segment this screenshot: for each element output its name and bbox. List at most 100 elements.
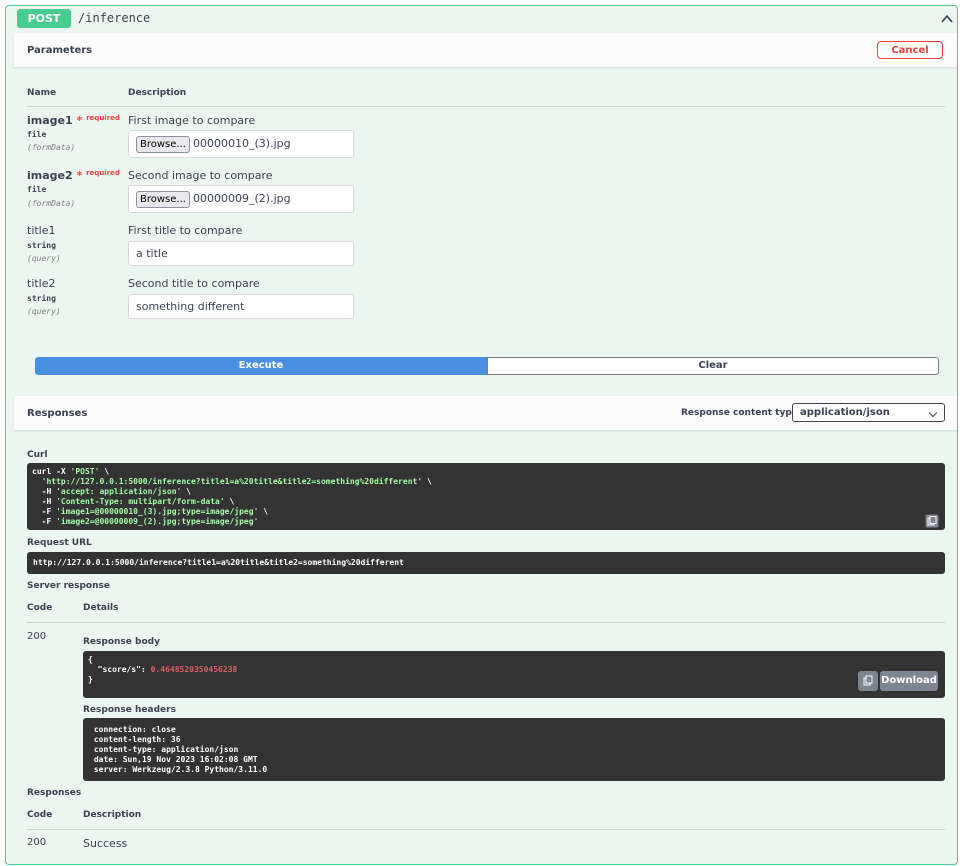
operation-path: /inference — [78, 11, 151, 25]
param-in: (formData) — [27, 143, 76, 152]
header-line: date: Sun,19 Nov 2023 16:02:08 GMT — [89, 755, 263, 764]
param-name-image1: image1 * required — [27, 114, 120, 127]
json-line: } — [88, 675, 93, 684]
param-in: (formData) — [27, 199, 76, 208]
browse-button[interactable]: Browse... — [136, 136, 190, 153]
response-headers-label: Response headers — [83, 705, 176, 715]
param-in: (query) — [27, 307, 61, 316]
json-key: "score/s": — [88, 665, 151, 674]
request-url-box: http://127.0.0.1:5000/inference?title1=a… — [27, 552, 945, 574]
curl-line: -F 'image2=@00000009_(2).jpg;type=image/… — [32, 517, 940, 527]
code-string: 'http://127.0.0.1:5000/inference?title1=… — [41, 477, 423, 486]
code-text: -H — [32, 487, 57, 496]
selected-file-name: 00000009_(2).jpg — [193, 192, 291, 205]
request-url-label: Request URL — [27, 538, 92, 548]
response-body-label: Response body — [83, 637, 160, 647]
selected-file-name: 00000010_(3).jpg — [193, 137, 291, 150]
divider — [27, 829, 945, 830]
required-label: required — [86, 169, 120, 177]
code-text: \ — [224, 497, 235, 506]
code-text: -F — [32, 507, 57, 516]
browse-button[interactable]: Browse... — [136, 191, 190, 208]
code-string: 'POST' — [70, 467, 100, 476]
divider — [27, 106, 945, 107]
param-description: First title to compare — [128, 224, 243, 237]
copy-icon[interactable] — [925, 514, 939, 528]
copy-icon — [863, 675, 873, 686]
header-line: content-length: 36 — [89, 735, 186, 744]
col-description-header: Description — [83, 810, 142, 820]
curl-line: -H 'Content-Type: multipart/form-data' \ — [32, 497, 940, 507]
col-details-header: Details — [83, 603, 119, 613]
operation-summary[interactable]: POST /inference — [6, 6, 957, 33]
code-string: 'image2=@00000009_(2).jpg;type=image/jpe… — [56, 517, 259, 526]
param-description: Second title to compare — [128, 277, 260, 290]
request-url-value: http://127.0.0.1:5000/inference?title1=a… — [33, 558, 404, 567]
clear-button[interactable]: Clear — [487, 357, 939, 375]
divider — [27, 622, 945, 623]
title1-input[interactable]: a title — [128, 241, 354, 266]
code-string: 'accept: application/json' — [56, 487, 182, 496]
col-code-header: Code — [27, 603, 53, 613]
file-input-image1[interactable]: Browse... 00000010_(3).jpg — [128, 130, 354, 158]
code-text: -H — [32, 497, 57, 506]
col-name-header: Name — [27, 88, 57, 98]
header-line: content-type: application/json — [89, 745, 244, 754]
code-string: 'Content-Type: multipart/form-data' — [56, 497, 225, 506]
code-text: \ — [181, 487, 191, 496]
code-text: \ — [99, 467, 110, 476]
method-badge: POST — [17, 9, 71, 28]
content-type-select[interactable]: application/json — [792, 403, 945, 422]
required-star: * — [76, 114, 83, 127]
chevron-down-icon — [928, 408, 938, 418]
execute-button[interactable]: Execute — [35, 357, 487, 375]
cancel-button[interactable]: Cancel — [877, 41, 943, 59]
col-code-header: Code — [27, 810, 53, 820]
operation-block: POST /inference Parameters Cancel Name D… — [5, 5, 958, 865]
param-name-image2: image2 * required — [27, 169, 120, 182]
param-name-title2: title2 — [27, 277, 56, 290]
download-button[interactable]: Download — [880, 671, 938, 691]
server-response-label: Server response — [27, 581, 110, 591]
json-line: { — [88, 655, 93, 664]
param-description: Second image to compare — [128, 169, 273, 182]
title2-input[interactable]: something different — [128, 294, 354, 319]
copy-response-button[interactable] — [858, 671, 878, 691]
parameters-header: Parameters — [14, 33, 957, 67]
code-text: -F — [32, 517, 57, 526]
curl-line: -H 'accept: application/json' \ — [32, 487, 940, 497]
content-type-label: Response content type — [681, 408, 798, 418]
response-body-block: { "score/s": 0.4648520350456238 } — [83, 651, 945, 698]
code-text: \ — [422, 477, 432, 486]
param-type: string — [27, 294, 56, 303]
header-line: server: Werkzeug/2.3.8 Python/3.11.0 — [89, 765, 273, 774]
file-input-image2[interactable]: Browse... 00000009_(2).jpg — [128, 185, 354, 213]
col-description-header: Description — [128, 88, 187, 98]
param-description: First image to compare — [128, 114, 256, 127]
param-type: file — [27, 185, 47, 194]
chevron-up-icon[interactable] — [940, 12, 954, 26]
param-label: image1 — [27, 114, 73, 127]
code-text: curl -X — [32, 467, 71, 476]
response-code: 200 — [27, 837, 47, 848]
required-label: required — [86, 114, 120, 122]
json-line: "score/s": 0.4648520350456238 — [88, 665, 940, 675]
response-headers-block: connection: close content-length: 36 con… — [83, 718, 945, 781]
param-type: string — [27, 241, 56, 250]
curl-line: -F 'image1=@00000010_(3).jpg;type=image/… — [32, 507, 940, 517]
response-description: Success — [83, 837, 128, 850]
curl-code-block: curl -X 'POST' \ 'http://127.0.0.1:5000/… — [27, 463, 945, 530]
curl-line: curl -X 'POST' \ — [32, 467, 940, 477]
required-star: * — [76, 169, 83, 182]
curl-line: 'http://127.0.0.1:5000/inference?title1=… — [32, 477, 940, 487]
content-type-value: application/json — [800, 407, 890, 418]
code-text: \ — [258, 507, 269, 516]
responses-label: Responses — [27, 788, 82, 798]
curl-label: Curl — [27, 450, 48, 460]
param-name-title1: title1 — [27, 224, 56, 237]
code-string: 'image1=@00000010_(3).jpg;type=image/jpe… — [56, 507, 259, 516]
response-code: 200 — [27, 631, 47, 642]
parameters-title: Parameters — [27, 45, 93, 56]
json-value: 0.4648520350456238 — [150, 665, 238, 674]
responses-title: Responses — [27, 408, 88, 419]
